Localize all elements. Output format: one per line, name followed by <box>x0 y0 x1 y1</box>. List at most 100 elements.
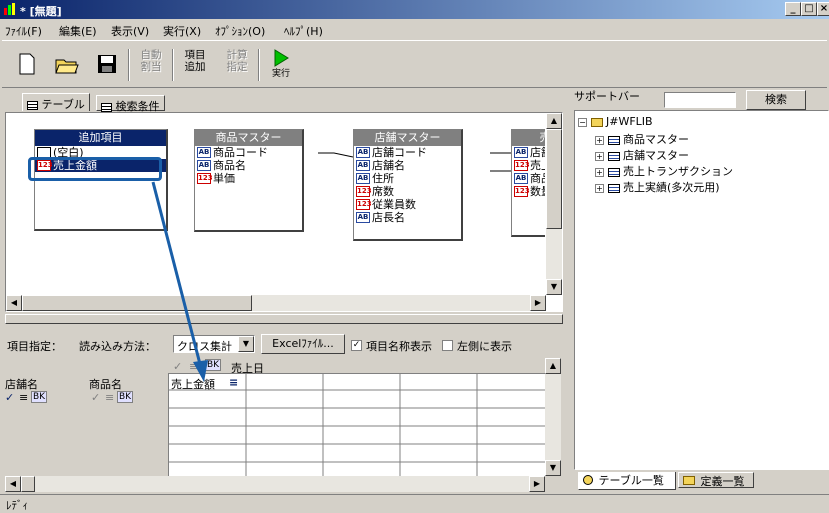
read-method-value: クロス集計 <box>177 340 232 353</box>
table-icon <box>607 151 620 161</box>
table-canvas[interactable]: 追加項目 (空白) 123 売上金額 商品マスター AB 商品コード AB 商品名 1… <box>5 112 563 312</box>
menu-help[interactable]: ﾍﾙﾌﾟ(H) <box>284 23 323 39</box>
align-icon: ≡ <box>19 391 29 404</box>
scroll-up-arrow[interactable]: ▲ <box>546 113 562 129</box>
menu-run[interactable]: 実行(X) <box>163 23 201 39</box>
status-text: ﾚﾃﾞｨ <box>6 499 28 512</box>
tree-item[interactable]: + 店舗マスター <box>595 147 689 163</box>
menu-file[interactable]: ﾌｧｲﾙ(F) <box>5 23 42 39</box>
tree-item-label: 売上実績(多次元用) <box>623 181 720 194</box>
show-left-label: 左側に表示 <box>457 340 512 353</box>
row-header-store-name: 店舗名 <box>5 378 38 391</box>
toolbar-separator <box>172 49 174 81</box>
checkbox-checked-icon: ✓ <box>351 339 362 351</box>
scroll-down-arrow[interactable]: ▼ <box>545 460 561 476</box>
read-method-select[interactable]: クロス集計 ▼ <box>173 335 255 353</box>
expand-icon: + <box>595 184 604 193</box>
tree-root[interactable]: − J#WFLIB <box>578 115 653 128</box>
tab-table-list[interactable]: テーブル一覧 <box>578 472 676 490</box>
tree-root-label: J#WFLIB <box>606 115 653 128</box>
tab-table-list-label: テーブル一覧 <box>598 474 664 487</box>
scroll-left-arrow[interactable]: ◀ <box>6 295 22 311</box>
tab-definition-list-label: 定義一覧 <box>700 475 745 488</box>
save-button[interactable] <box>90 49 124 81</box>
align-icon: ≡ <box>105 391 115 404</box>
scroll-right-arrow[interactable]: ▶ <box>530 295 546 311</box>
menu-bar: ﾌｧｲﾙ(F) 編集(E) 表示(V) 実行(X) ｵﾌﾟｼｮﾝ(O) ﾍﾙﾌﾟ… <box>0 19 829 39</box>
grid-vscroll[interactable]: ▲ ▼ <box>545 358 561 476</box>
save-disk-icon <box>98 55 116 73</box>
expand-icon: + <box>595 136 604 145</box>
toolbar-separator <box>128 49 130 81</box>
title-bar: * [無題] _ □ × <box>0 0 829 19</box>
grid-lines <box>169 374 545 476</box>
col-check-icon: ✓ <box>173 360 183 373</box>
tab-search[interactable]: 検索条件 <box>96 95 165 113</box>
db-icon <box>583 475 593 485</box>
window-title: * [無題] <box>20 5 62 18</box>
close-button[interactable]: × <box>817 2 829 16</box>
col-align-icon: ≡ <box>189 360 199 373</box>
menu-options[interactable]: ｵﾌﾟｼｮﾝ(O) <box>215 23 265 39</box>
open-button[interactable] <box>50 49 84 81</box>
menu-view[interactable]: 表示(V) <box>111 23 149 39</box>
show-item-name-checkbox[interactable]: ✓ <box>351 338 362 351</box>
scroll-thumb[interactable] <box>546 129 562 229</box>
bk-badge: BK <box>31 391 48 403</box>
collapse-icon: − <box>578 118 587 127</box>
read-method-label: 読み込み方法： <box>79 340 156 353</box>
tab-table[interactable]: テーブル <box>22 93 90 111</box>
tree-item[interactable]: + 商品マスター <box>595 131 689 147</box>
play-icon <box>274 49 289 67</box>
library-tree[interactable]: − J#WFLIB + 商品マスター + 店舗マスター + 売上トランザクション… <box>574 110 829 470</box>
scroll-down-arrow[interactable]: ▼ <box>546 279 562 295</box>
check-icon: ✓ <box>5 391 15 404</box>
app-icon <box>4 3 15 15</box>
expand-icon: + <box>595 152 604 161</box>
tree-item[interactable]: + 売上トランザクション <box>595 163 733 179</box>
excel-file-button[interactable]: Excelﾌｧｲﾙ... <box>261 334 345 354</box>
maximize-button[interactable]: □ <box>801 2 817 16</box>
tab-definition-list[interactable]: 定義一覧 <box>678 472 754 488</box>
new-file-icon <box>19 53 35 75</box>
scroll-right-arrow[interactable]: ▶ <box>529 476 545 492</box>
show-left-checkbox[interactable] <box>442 338 453 351</box>
folder-icon <box>590 117 603 127</box>
expand-icon: + <box>595 168 604 177</box>
auto-assign-button[interactable]: 自動 割当 <box>134 49 168 81</box>
show-item-name-label: 項目名称表示 <box>366 340 432 353</box>
tree-item-label: 商品マスター <box>623 133 689 146</box>
splitter[interactable] <box>5 314 563 324</box>
checkbox-unchecked-icon <box>442 339 453 351</box>
equals-icon: ≡ <box>229 376 239 389</box>
canvas-hscroll[interactable]: ◀ ▶ <box>6 295 546 311</box>
scroll-up-arrow[interactable]: ▲ <box>545 358 561 374</box>
dropdown-arrow-icon[interactable]: ▼ <box>238 336 254 352</box>
support-search-button[interactable]: 検索 <box>746 90 806 110</box>
scroll-thumb[interactable] <box>21 476 35 492</box>
value-grid[interactable]: 売上金額 ≡ <box>168 373 545 476</box>
run-button[interactable]: 実行 <box>264 49 298 81</box>
cross-grid[interactable]: ✓ ≡ BK 売上日 店舗名 商品名 ✓ ≡ BK ✓ ≡ BK 売上金額 ≡ … <box>5 358 561 476</box>
scroll-thumb[interactable] <box>22 295 252 311</box>
tree-item-label: 店舗マスター <box>623 149 689 162</box>
add-item-button[interactable]: 項目 追加 <box>178 49 212 81</box>
item-spec-label: 項目指定： <box>7 340 62 353</box>
support-search-input[interactable] <box>664 92 736 108</box>
calc-spec-button[interactable]: 計算 指定 <box>220 49 254 81</box>
scroll-left-arrow[interactable]: ◀ <box>5 476 21 492</box>
tree-item[interactable]: + 売上実績(多次元用) <box>595 179 720 195</box>
minimize-button[interactable]: _ <box>785 2 801 16</box>
canvas-vscroll[interactable]: ▲ ▼ <box>546 113 562 295</box>
value-cell-sales-amount[interactable]: 売上金額 <box>171 376 215 392</box>
grid-hscroll[interactable]: ◀ ▶ <box>5 476 545 492</box>
menu-edit[interactable]: 編集(E) <box>59 23 97 39</box>
tab-table-label: テーブル <box>41 98 85 111</box>
bk-badge: BK <box>117 391 134 403</box>
new-button[interactable] <box>10 49 44 81</box>
status-bar: ﾚﾃﾞｨ <box>0 494 829 512</box>
bk-badge: BK <box>205 359 222 371</box>
tree-item-label: 売上トランザクション <box>623 165 733 178</box>
table-icon <box>27 100 38 110</box>
toolbar: 自動 割当 項目 追加 計算 指定 実行 <box>2 40 827 88</box>
